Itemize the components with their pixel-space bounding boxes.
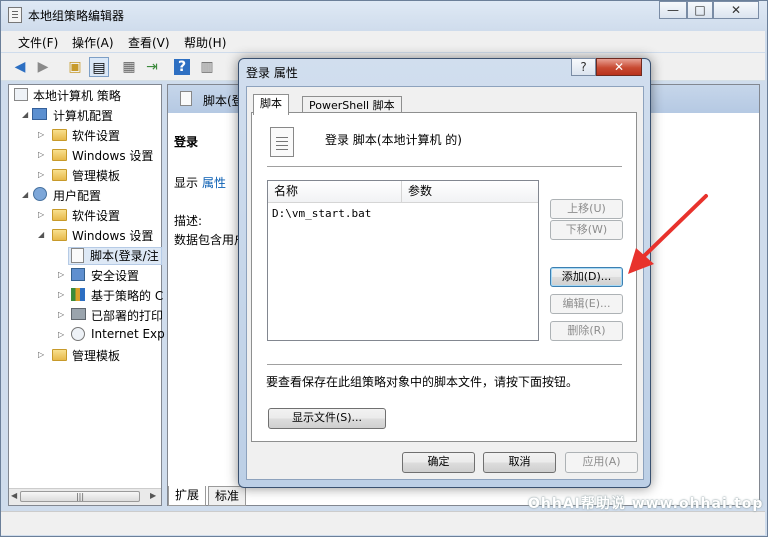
scroll-right-icon[interactable]: ▶ — [150, 491, 156, 500]
expand-arrow-icon[interactable]: ▷ — [38, 150, 46, 160]
tree-node-user-config[interactable]: 用户配置 — [53, 187, 101, 204]
app-icon — [8, 7, 22, 23]
internet-explorer-icon — [71, 327, 85, 341]
menu-bar: 文件(F) 操作(A) 查看(V) 帮助(H) — [1, 31, 765, 52]
main-title-bar[interactable]: 本地组策略编辑器 — [0, 0, 766, 30]
script-icon — [180, 91, 192, 106]
expand-arrow-icon[interactable]: ▷ — [38, 350, 46, 360]
tree-node-scripts[interactable]: 脚本(登录/注 — [90, 247, 159, 264]
properties-icon[interactable]: ▦ — [119, 57, 139, 77]
tree-node-policy-qos[interactable]: 基于策略的 C — [91, 287, 163, 304]
script-icon — [71, 248, 84, 263]
tab-standard[interactable]: 标准 — [208, 486, 247, 506]
expand-arrow-icon[interactable]: ▷ — [58, 310, 66, 320]
tree-node-user-admin[interactable]: 管理模板 — [72, 347, 120, 364]
view-tabs: 扩展 标准 — [168, 486, 248, 506]
annotation-arrow-icon — [628, 194, 708, 274]
dialog-heading: 登录 脚本(本地计算机 的) — [325, 133, 462, 147]
expand-arrow-icon[interactable]: ▷ — [38, 170, 46, 180]
edit-button[interactable]: 编辑(E)... — [550, 294, 623, 314]
scripts-list[interactable] — [267, 180, 539, 341]
description-label: 描述: — [174, 214, 203, 228]
dialog-close-button[interactable]: ✕ — [596, 58, 642, 76]
folder-icon — [52, 169, 67, 181]
folder-icon — [52, 129, 67, 141]
script-file-icon — [270, 127, 294, 157]
properties-link[interactable]: 属性 — [202, 174, 226, 191]
show-label: 显示 — [174, 176, 199, 190]
help-icon[interactable]: ? — [174, 59, 190, 75]
export-list-icon[interactable]: ⇥ — [142, 57, 162, 77]
folder-icon — [52, 229, 67, 241]
forward-arrow-icon[interactable]: ▶ — [33, 57, 53, 77]
window-title: 本地组策略编辑器 — [28, 9, 125, 23]
collapse-arrow-icon[interactable]: ◢ — [22, 190, 30, 200]
back-arrow-icon[interactable]: ◀ — [10, 57, 30, 77]
tree-node-security[interactable]: 安全设置 — [91, 267, 139, 284]
column-params[interactable]: 参数 — [402, 181, 538, 202]
console-view-icon[interactable]: ▥ — [197, 57, 217, 77]
description-text: 数据包含用户 — [174, 233, 247, 247]
tree-node-computer-admin[interactable]: 管理模板 — [72, 167, 120, 184]
tree-node-computer-config[interactable]: 计算机配置 — [53, 107, 113, 124]
script-name: D:\vm_start.bat — [272, 207, 372, 220]
tab-extended[interactable]: 扩展 — [168, 486, 207, 506]
users-icon — [33, 187, 47, 201]
security-icon — [71, 268, 85, 281]
tree-node-computer-windows[interactable]: Windows 设置 — [72, 147, 153, 164]
tree-node-root[interactable]: 本地计算机 策略 — [33, 87, 121, 104]
bar-chart-icon — [71, 288, 85, 301]
apply-button[interactable]: 应用(A) — [565, 452, 638, 473]
move-up-button[interactable]: 上移(U) — [550, 199, 623, 219]
tree-node-computer-software[interactable]: 软件设置 — [72, 127, 120, 144]
add-button[interactable]: 添加(D)... — [550, 267, 623, 287]
tab-scripts[interactable]: 脚本 — [253, 94, 289, 115]
tree-node-user-software[interactable]: 软件设置 — [72, 207, 120, 224]
close-button[interactable]: ✕ — [713, 1, 759, 19]
ok-button[interactable]: 确定 — [402, 452, 475, 473]
expand-arrow-icon[interactable]: ▷ — [38, 130, 46, 140]
list-item[interactable]: D:\vm_start.bat — [272, 207, 371, 220]
expand-arrow-icon[interactable]: ▷ — [58, 330, 66, 340]
scroll-left-icon[interactable]: ◀ — [11, 491, 17, 500]
delete-button[interactable]: 删除(R) — [550, 321, 623, 341]
column-name[interactable]: 名称 — [268, 181, 402, 202]
dialog-title: 登录 属性 — [246, 66, 298, 80]
expand-arrow-icon[interactable]: ▷ — [58, 290, 66, 300]
details-section-title: 登录 — [174, 135, 199, 149]
show-hide-tree-icon[interactable]: ▤ — [89, 57, 109, 77]
cancel-button[interactable]: 取消 — [483, 452, 556, 473]
menu-action[interactable]: 操作(A) — [72, 34, 114, 51]
tree-node-deployed-printers[interactable]: 已部署的打印 — [91, 307, 163, 324]
move-down-button[interactable]: 下移(W) — [550, 220, 623, 240]
maximize-button[interactable]: □ — [687, 1, 713, 19]
minimize-button[interactable]: — — [659, 1, 687, 19]
separator — [267, 364, 622, 366]
watermark: OhhAI帮助说 www.ohhai.top — [528, 496, 764, 512]
tree-scroll-thumb[interactable]: ||| — [20, 491, 140, 502]
menu-file[interactable]: 文件(F) — [18, 34, 58, 51]
info-text: 要查看保存在此组策略对象中的脚本文件，请按下面按钮。 — [266, 375, 579, 389]
separator — [267, 166, 622, 168]
expand-arrow-icon[interactable]: ▷ — [58, 270, 66, 280]
folder-icon — [52, 209, 67, 221]
printer-icon — [71, 308, 86, 320]
collapse-arrow-icon[interactable]: ◢ — [38, 230, 46, 240]
tree-node-ie[interactable]: Internet Exp — [91, 327, 165, 341]
computer-icon — [32, 108, 47, 120]
dialog-help-button[interactable]: ? — [571, 58, 596, 76]
menu-help[interactable]: 帮助(H) — [184, 34, 226, 51]
policy-icon — [14, 88, 28, 101]
expand-arrow-icon[interactable]: ▷ — [38, 210, 46, 220]
up-folder-icon[interactable]: ▣ — [65, 57, 85, 77]
show-files-button[interactable]: 显示文件(S)... — [268, 408, 386, 429]
folder-icon — [52, 149, 67, 161]
menu-view[interactable]: 查看(V) — [128, 34, 170, 51]
tree-node-user-windows[interactable]: Windows 设置 — [72, 227, 153, 244]
status-bar — [1, 511, 765, 535]
list-header: 名称 参数 — [268, 181, 538, 203]
folder-icon — [52, 349, 67, 361]
collapse-arrow-icon[interactable]: ◢ — [22, 110, 30, 120]
